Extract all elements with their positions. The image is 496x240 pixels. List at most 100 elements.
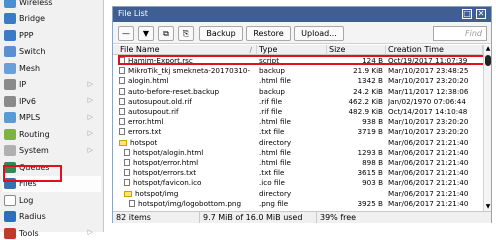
cell-text: Mar/10/2017 23:20:20 (388, 127, 469, 137)
cell-text: autosupout.rif (128, 107, 179, 116)
sidebar-item-label: System (19, 146, 49, 155)
sidebar-item-mpls[interactable]: MPLS ▷ (2, 110, 101, 126)
cell-text: autosupout.old.rif (128, 96, 192, 106)
cell-type: .html file (259, 158, 327, 167)
sidebar-item-ipv6[interactable]: IPv6 ▷ (2, 93, 101, 109)
routing-icon (4, 128, 16, 140)
sidebar-item-mesh[interactable]: Mesh (2, 60, 101, 76)
sidebar-item-bridge[interactable]: Bridge (2, 11, 101, 27)
upload-button[interactable]: Upload... (294, 26, 344, 41)
log-icon (4, 194, 16, 206)
sidebar-item-label: Radius (19, 212, 46, 221)
table-row[interactable]: error.html .html file 938 B Mar/10/2017 23:… (113, 117, 483, 126)
cell-text: 3925 B (357, 198, 383, 208)
filter-icon[interactable]: ▼ (138, 26, 154, 41)
sidebar-item-system[interactable]: System ▷ (2, 143, 101, 159)
column-header-type[interactable]: Type (257, 45, 327, 55)
restore-button[interactable]: Restore (246, 26, 291, 41)
cell-text: hotspot/img (135, 188, 179, 198)
table-row[interactable]: hotspot/errors.txt .txt file 3615 B Mar/06/… (113, 168, 483, 177)
cell-text: Mar/11/2017 12:38:06 (388, 86, 469, 96)
table-row[interactable]: alogin.html .html file 1342 B Mar/10/2017 2… (113, 76, 483, 85)
cell-text: Mar/10/2017 23:20:20 (388, 117, 469, 127)
cell-size: 938 B (327, 117, 383, 126)
table-row[interactable]: hotspot/error.html .html file 898 B Mar/06/… (113, 158, 483, 167)
file-icon (119, 67, 125, 75)
vertical-scrollbar[interactable]: ▲ ▼ (483, 45, 491, 211)
table-row[interactable]: hotspot/alogin.html .html file 1293 B Mar/0… (113, 148, 483, 157)
table-row[interactable]: errors.txt .txt file 3719 B Mar/10/2017 23:… (113, 127, 483, 136)
close-icon[interactable]: ✕ (476, 9, 486, 19)
cell-text: 898 B (362, 158, 383, 167)
cell-text: .html file (259, 158, 291, 167)
table-row[interactable]: hotspot/favicon.ico .ico file 903 B Mar/06/… (113, 178, 483, 187)
file-icon (119, 108, 125, 115)
sidebar-item-radius[interactable]: Radius (2, 209, 101, 225)
scroll-up-icon[interactable]: ▲ (484, 45, 492, 53)
cell-type: .txt file (259, 127, 327, 136)
file-icon (119, 97, 125, 105)
sidebar-menu: Wireless Bridge PPP Switch Mesh IP ▷ IPv6 ▷ MPLS ▷… (0, 0, 104, 239)
cell-type: .html file (259, 117, 327, 126)
cell-size: 3719 B (327, 127, 383, 136)
cell-text: 21.9 KiB (353, 66, 383, 76)
restore-icon[interactable]: □ (462, 9, 472, 19)
table-row[interactable]: hotspot/img/logobottom.png .png file 3925 … (113, 199, 483, 208)
sidebar-item-ip[interactable]: IP ▷ (2, 77, 101, 93)
copy-icon[interactable]: ⧉ (158, 26, 174, 41)
cell-file-name: hotspot/error.html (124, 158, 256, 167)
cell-text: Mar/06/2017 21:21:40 (388, 158, 469, 167)
table-row[interactable]: hotspot directory Mar/06/2017 21:21:40 (113, 138, 483, 147)
find-input[interactable]: Find (433, 26, 487, 41)
file-icon (119, 118, 125, 126)
cell-file-name: MikroTik_tkj smekneta-20170310- (119, 66, 256, 75)
column-header-file-name[interactable]: File Name / (118, 45, 257, 55)
cell-text: alogin.html (128, 76, 169, 86)
table-row[interactable]: hotspot/img directory Mar/06/2017 21:21:40 (113, 189, 483, 198)
sidebar-item-ppp[interactable]: PPP (2, 27, 101, 43)
window-titlebar[interactable]: File List □ ✕ (113, 7, 491, 22)
table-row[interactable]: MikroTik_tkj smekneta-20170310- backup 21.… (113, 66, 483, 75)
file-icon (119, 87, 125, 95)
ip-icon (4, 79, 16, 90)
sidebar-item-tools[interactable]: Tools ▷ (2, 225, 101, 240)
cell-creation-time: Mar/10/2017 23:20:20 (388, 127, 483, 136)
table-row[interactable]: auto-before-reset.backup backup 24.2 KiB Ma… (113, 87, 483, 96)
system-icon (4, 145, 16, 156)
scroll-down-icon[interactable]: ▼ (484, 203, 492, 211)
cell-type: directory (259, 189, 327, 198)
cell-text: directory (259, 188, 292, 198)
scrollbar-thumb[interactable] (485, 55, 491, 66)
column-header-creation-time[interactable]: Creation Time (386, 45, 483, 55)
remove-button[interactable]: — (118, 26, 134, 41)
paste-icon[interactable]: ⎘ (178, 26, 194, 41)
sidebar-item-switch[interactable]: Switch (2, 44, 101, 60)
cell-text: hotspot/errors.txt (133, 168, 197, 178)
cell-size: 903 B (327, 178, 383, 187)
cell-text: Mar/06/2017 21:21:40 (388, 188, 469, 198)
switch-icon (4, 46, 16, 57)
sidebar-item-wireless[interactable]: Wireless (2, 0, 101, 10)
toolbar: — ▼ ⧉ ⎘ Backup Restore Upload... Find (113, 22, 491, 44)
table-row[interactable]: autosupout.old.rif .rif file 462.2 KiB Jan/… (113, 97, 483, 106)
cell-text: .ico file (259, 178, 285, 188)
cell-file-name: auto-before-reset.backup (119, 87, 256, 96)
cell-file-name: hotspot/errors.txt (124, 168, 256, 177)
column-header-size[interactable]: Size (327, 45, 386, 55)
selected-row-highlight-box (118, 55, 487, 65)
folder-icon (119, 139, 127, 146)
sort-indicator-icon: / (249, 46, 252, 54)
cell-file-name: hotspot/img/logobottom.png (129, 199, 256, 208)
cell-text: Mar/06/2017 21:21:40 (388, 178, 469, 188)
backup-button[interactable]: Backup (199, 26, 243, 41)
table-row[interactable]: autosupout.rif .rif file 482.9 KiB Oct/14/2… (113, 107, 483, 116)
cell-type: .rif file (259, 97, 327, 106)
submenu-arrow-icon: ▷ (87, 145, 93, 154)
cell-size: 21.9 KiB (327, 66, 383, 75)
cell-text: error.html (128, 117, 164, 127)
sidebar-item-routing[interactable]: Routing ▷ (2, 126, 101, 142)
file-table-body: Hamim-Export.rsc script 124 B Oct/19/2017 1… (113, 55, 483, 211)
folder-icon (124, 190, 132, 197)
sidebar-item-log[interactable]: Log (2, 192, 101, 208)
cell-text: 3615 B (357, 168, 383, 178)
